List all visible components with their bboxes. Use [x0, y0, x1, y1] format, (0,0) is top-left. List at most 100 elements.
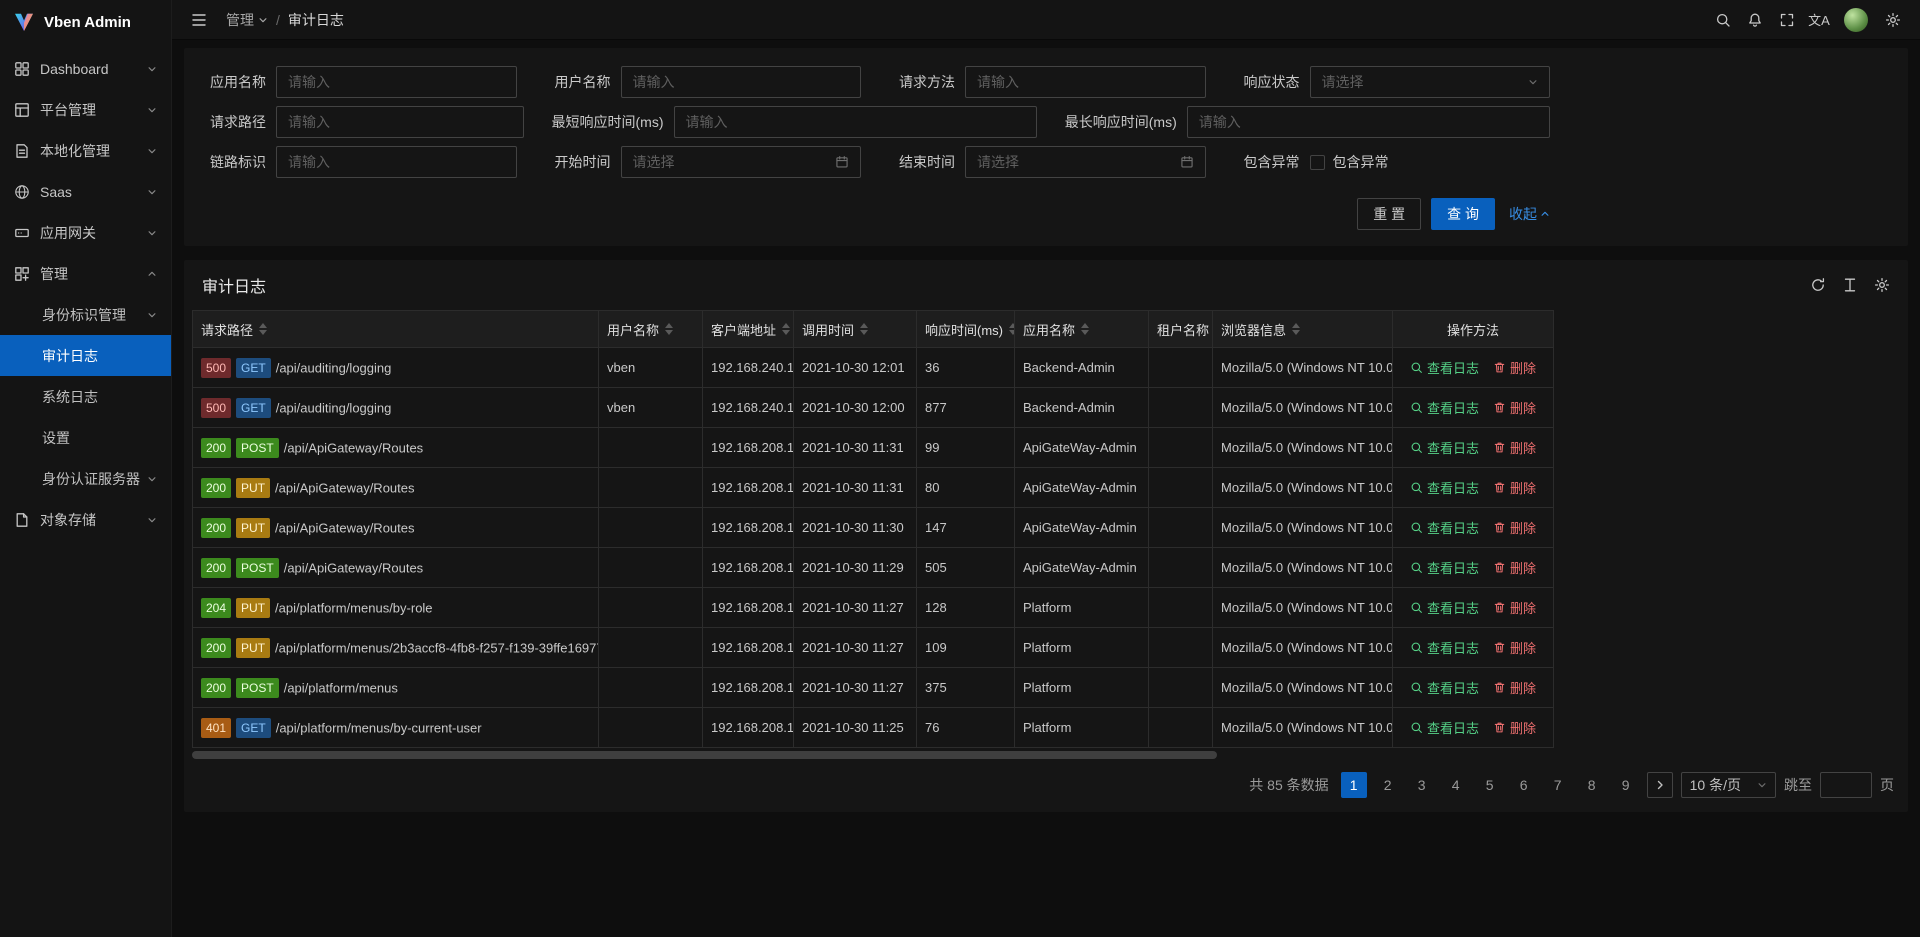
breadcrumb-root-label: 管理 [226, 10, 254, 30]
tenant-name-cell [1149, 348, 1213, 388]
column-header[interactable]: 请求路径 [193, 311, 599, 348]
chevron-up-icon [1540, 209, 1550, 219]
sidebar-item-platform[interactable]: 平台管理 [0, 89, 171, 130]
delete-link[interactable]: 删除 [1493, 638, 1536, 657]
reset-button[interactable]: 重 置 [1357, 198, 1421, 230]
app-name-input[interactable] [276, 66, 517, 98]
view-log-link[interactable]: 查看日志 [1410, 598, 1479, 617]
avatar[interactable] [1844, 8, 1868, 32]
row-height-icon[interactable] [1842, 277, 1858, 293]
column-header[interactable]: 租户名称 [1149, 311, 1213, 348]
end-time-picker-label: 结束时间 [889, 152, 955, 172]
notification-bell-icon[interactable] [1740, 5, 1770, 35]
include-exception-checkbox[interactable] [1310, 155, 1325, 170]
sidebar-item-audit-log[interactable]: 审计日志 [0, 335, 171, 376]
sort-carets-icon [860, 323, 868, 335]
column-header[interactable]: 调用时间 [794, 311, 917, 348]
status-badge: 200 [201, 478, 231, 498]
page-9-button[interactable]: 9 [1613, 772, 1639, 798]
request-path-input[interactable] [276, 106, 524, 138]
page-1-button[interactable]: 1 [1341, 772, 1367, 798]
app-name-cell: Backend-Admin [1015, 348, 1149, 388]
jump-prefix-label: 跳至 [1784, 775, 1812, 795]
sidebar-item-dashboard[interactable]: Dashboard [0, 48, 171, 89]
start-time-picker[interactable]: 请选择 [621, 146, 862, 178]
view-log-link[interactable]: 查看日志 [1410, 678, 1479, 697]
column-header[interactable]: 应用名称 [1015, 311, 1149, 348]
sidebar-item-gateway[interactable]: 应用网关 [0, 212, 171, 253]
column-header[interactable]: 响应时间(ms) [917, 311, 1015, 348]
delete-link[interactable]: 删除 [1493, 558, 1536, 577]
view-log-link[interactable]: 查看日志 [1410, 558, 1479, 577]
page-3-button[interactable]: 3 [1409, 772, 1435, 798]
trash-icon [1493, 521, 1506, 534]
jump-page-input[interactable] [1820, 772, 1872, 798]
sidebar-item-object-storage[interactable]: 对象存储 [0, 499, 171, 540]
view-log-link[interactable]: 查看日志 [1410, 398, 1479, 417]
view-log-link[interactable]: 查看日志 [1410, 718, 1479, 737]
sidebar-item-system-log[interactable]: 系统日志 [0, 376, 171, 417]
status-badge: 200 [201, 518, 231, 538]
delete-link[interactable]: 删除 [1493, 598, 1536, 617]
collapse-link[interactable]: 收起 [1509, 204, 1550, 224]
fullscreen-icon[interactable] [1772, 5, 1802, 35]
delete-link[interactable]: 删除 [1493, 518, 1536, 537]
user-name-input[interactable] [621, 66, 862, 98]
calendar-icon [1180, 155, 1194, 169]
horizontal-scrollbar[interactable] [192, 750, 1900, 760]
delete-link[interactable]: 删除 [1493, 438, 1536, 457]
logo[interactable]: Vben Admin [0, 0, 171, 44]
page-8-button[interactable]: 8 [1579, 772, 1605, 798]
refresh-icon[interactable] [1810, 277, 1826, 293]
view-log-link[interactable]: 查看日志 [1410, 438, 1479, 457]
sidebar-item-settings[interactable]: 设置 [0, 417, 171, 458]
filter-field: 开始时间请选择 [545, 146, 862, 178]
view-log-link[interactable]: 查看日志 [1410, 638, 1479, 657]
view-log-link[interactable]: 查看日志 [1410, 358, 1479, 377]
breadcrumb-root[interactable]: 管理 [226, 10, 268, 30]
delete-link[interactable]: 删除 [1493, 398, 1536, 417]
audit-table: 请求路径用户名称客户端地址调用时间响应时间(ms)应用名称租户名称浏览器信息操作… [192, 310, 1554, 748]
client-address-cell: 192.168.208.1 [703, 668, 794, 708]
chevron-down-icon [147, 228, 157, 238]
settings-gear-icon[interactable] [1878, 5, 1908, 35]
manage-icon [14, 266, 30, 282]
delete-link[interactable]: 删除 [1493, 358, 1536, 377]
delete-link[interactable]: 删除 [1493, 718, 1536, 737]
sidebar-item-identity[interactable]: 身份标识管理 [0, 294, 171, 335]
menu-fold-icon[interactable] [184, 5, 214, 35]
view-log-link[interactable]: 查看日志 [1410, 518, 1479, 537]
view-log-link[interactable]: 查看日志 [1410, 478, 1479, 497]
user-name-cell [599, 668, 703, 708]
min-response-time-input[interactable] [674, 106, 1037, 138]
query-button[interactable]: 查 询 [1431, 198, 1495, 230]
column-header[interactable]: 浏览器信息 [1213, 311, 1393, 348]
search-icon[interactable] [1708, 5, 1738, 35]
page-size-select[interactable]: 10 条/页 [1681, 772, 1776, 798]
sidebar-item-auth-server[interactable]: 身份认证服务器 [0, 458, 171, 499]
filter-row: 链路标识开始时间请选择结束时间请选择包含异常包含异常 [200, 146, 1550, 178]
page-4-button[interactable]: 4 [1443, 772, 1469, 798]
invoke-time-cell: 2021-10-30 12:01 [794, 348, 917, 388]
delete-link[interactable]: 删除 [1493, 478, 1536, 497]
end-time-picker[interactable]: 请选择 [965, 146, 1206, 178]
max-response-time-input[interactable] [1187, 106, 1550, 138]
page-2-button[interactable]: 2 [1375, 772, 1401, 798]
page-7-button[interactable]: 7 [1545, 772, 1571, 798]
delete-link[interactable]: 删除 [1493, 678, 1536, 697]
next-page-button[interactable] [1647, 772, 1673, 798]
page-5-button[interactable]: 5 [1477, 772, 1503, 798]
user-name-cell [599, 628, 703, 668]
sidebar-item-localization[interactable]: 本地化管理 [0, 130, 171, 171]
column-header[interactable]: 客户端地址 [703, 311, 794, 348]
page-6-button[interactable]: 6 [1511, 772, 1537, 798]
trace-id-input[interactable] [276, 146, 517, 178]
column-header[interactable]: 用户名称 [599, 311, 703, 348]
sidebar-item-manage[interactable]: 管理 [0, 253, 171, 294]
horizontal-scrollbar-thumb[interactable] [192, 751, 1217, 759]
column-settings-icon[interactable] [1874, 277, 1890, 293]
locale-icon[interactable]: 文A [1804, 5, 1834, 35]
sidebar-item-saas[interactable]: Saas [0, 171, 171, 212]
response-status-select[interactable]: 请选择 [1310, 66, 1551, 98]
request-method-input[interactable] [965, 66, 1206, 98]
